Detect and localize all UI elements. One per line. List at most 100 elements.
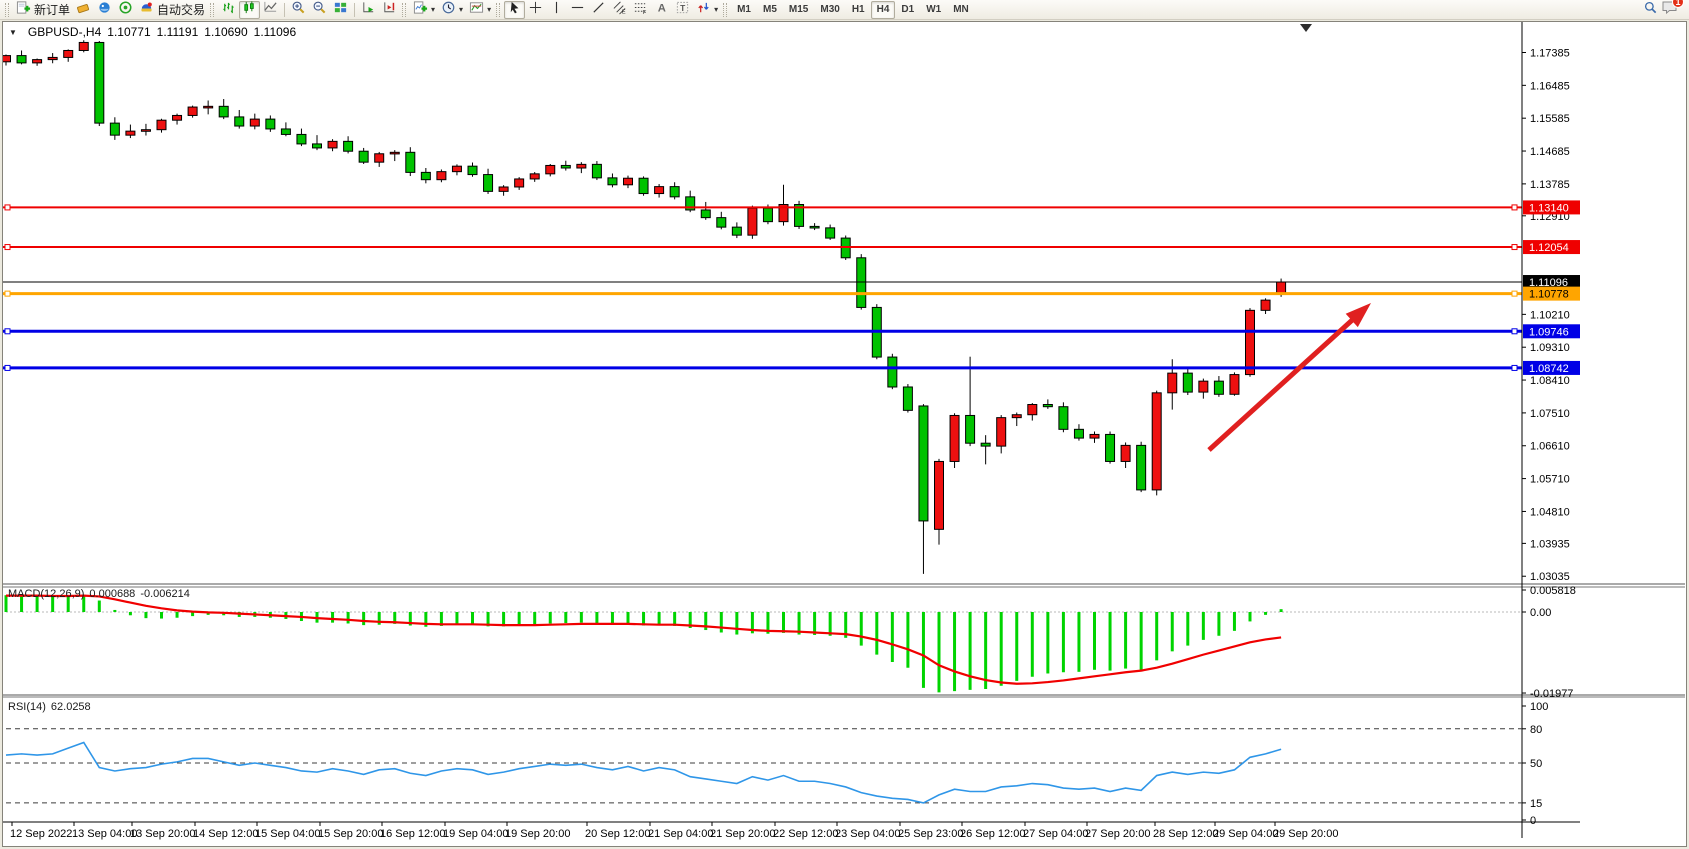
auto-scroll-button[interactable]	[358, 1, 379, 19]
search-button[interactable]	[1640, 1, 1661, 19]
candle-down	[266, 119, 275, 129]
price-tag-label: 1.12054	[1529, 242, 1569, 254]
crosshair-tool-button[interactable]	[525, 1, 546, 19]
candlestick-chart-button[interactable]	[239, 1, 260, 19]
text-box-tool-button[interactable]: T	[672, 1, 693, 19]
rsi-indicator-label: RSI(14)62.0258	[8, 701, 96, 713]
timeframe-button-h4[interactable]: H4	[871, 1, 896, 19]
candle-down	[592, 164, 601, 178]
eraser-icon	[76, 0, 91, 20]
candle-down	[732, 227, 741, 235]
trendline-tool-button[interactable]	[588, 1, 609, 19]
news-sound-button[interactable]	[115, 1, 136, 19]
timeframe-button-mn[interactable]: MN	[947, 1, 975, 19]
auto-trading-button[interactable]: 自动交易	[136, 1, 208, 19]
chart-shift-marker-icon[interactable]	[1300, 24, 1312, 32]
chart-shift-icon	[382, 0, 397, 20]
eraser-button[interactable]	[73, 1, 94, 19]
timeframe-button-h1[interactable]: H1	[846, 1, 871, 19]
new-order-button[interactable]: 新订单	[13, 1, 73, 19]
notifications-button[interactable]: 1	[1661, 0, 1678, 20]
candle-up	[655, 187, 664, 194]
text-t-icon: T	[675, 0, 690, 20]
timeframe-button-w1[interactable]: W1	[920, 1, 947, 19]
line-anchor-handle[interactable]	[1512, 245, 1517, 250]
time-tick-label: 15 Sep 04:00	[255, 828, 320, 840]
candle-up	[126, 131, 135, 135]
tile-windows-icon	[333, 0, 348, 20]
text-label-tool-button[interactable]: A	[651, 1, 672, 19]
rsi-line	[6, 742, 1281, 802]
ohlc-open: 1.10771	[107, 25, 150, 39]
macd-value: 0.000688	[89, 588, 135, 600]
cursor-icon	[507, 0, 522, 20]
candle-up	[624, 178, 633, 185]
timeframe-button-d1[interactable]: D1	[895, 1, 920, 19]
dropdown-caret-icon: ▾	[459, 6, 463, 14]
time-tick-label: 16 Sep 12:00	[380, 828, 445, 840]
tile-windows-button[interactable]	[330, 1, 351, 19]
chart-template-button[interactable]: ▾	[466, 1, 494, 19]
candle-down	[359, 151, 368, 162]
vertical-line-tool-button[interactable]	[546, 1, 567, 19]
candle-down	[1043, 405, 1052, 407]
zoom-out-button[interactable]	[309, 1, 330, 19]
horizontal-line-tool-button[interactable]	[567, 1, 588, 19]
community-button[interactable]	[94, 1, 115, 19]
candle-up	[250, 119, 259, 126]
zoom-in-button[interactable]	[288, 1, 309, 19]
period-clock-button[interactable]: ▾	[438, 1, 466, 19]
svg-text:T: T	[680, 2, 686, 12]
time-tick-label: 19 Sep 20:00	[505, 828, 570, 840]
candle-up	[33, 60, 42, 63]
chart-shift-button[interactable]	[379, 1, 400, 19]
line-anchor-handle[interactable]	[5, 205, 10, 210]
timeframe-button-m15[interactable]: M15	[783, 1, 814, 19]
svg-text:A: A	[658, 2, 666, 14]
cursor-tool-button[interactable]	[504, 1, 525, 19]
arrows-tool-button[interactable]: ▾	[693, 1, 721, 19]
candle-up	[452, 166, 461, 171]
auto-trading-icon	[139, 0, 154, 20]
candle-up	[546, 165, 555, 173]
line-anchor-handle[interactable]	[5, 245, 10, 250]
time-tick-label: 15 Sep 20:00	[318, 828, 383, 840]
bar-chart-button[interactable]	[218, 1, 239, 19]
line-anchor-handle[interactable]	[1512, 291, 1517, 296]
candle-down	[639, 178, 648, 193]
rsi-tick-label: 50	[1530, 758, 1542, 770]
line-anchor-handle[interactable]	[1512, 329, 1517, 334]
trendline-icon	[591, 0, 606, 20]
candle-down	[857, 258, 866, 308]
timeframe-button-m30[interactable]: M30	[814, 1, 845, 19]
candle-down	[810, 226, 819, 228]
zoom-in-icon	[291, 0, 306, 20]
candle-down	[421, 172, 430, 179]
candle-up	[499, 187, 508, 191]
line-anchor-handle[interactable]	[5, 329, 10, 334]
line-anchor-handle[interactable]	[1512, 365, 1517, 370]
time-tick-label: 13 Sep 04:00	[72, 828, 137, 840]
timeframe-button-m1[interactable]: M1	[731, 1, 757, 19]
candle-up	[157, 120, 166, 129]
time-tick-label: 22 Sep 12:00	[773, 828, 838, 840]
price-tick-label: 1.14685	[1530, 146, 1570, 158]
candle-down	[981, 443, 990, 446]
time-tick-label: 12 Sep 2022	[10, 828, 72, 840]
candle-down	[110, 123, 119, 135]
fibonacci-tool-button[interactable]: F	[630, 1, 651, 19]
price-tag-label: 1.08742	[1529, 363, 1569, 375]
timeframe-button-m5[interactable]: M5	[757, 1, 783, 19]
equidistant-channel-tool-button[interactable]: E	[609, 1, 630, 19]
line-anchor-handle[interactable]	[5, 365, 10, 370]
chart-header: GBPUSD-,H41.107711.111911.106901.11096	[9, 25, 302, 39]
candle-down	[219, 106, 228, 117]
line-chart-button[interactable]	[260, 1, 281, 19]
line-anchor-handle[interactable]	[5, 291, 10, 296]
new-chart-button[interactable]: ▾	[410, 1, 438, 19]
search-icon	[1643, 0, 1658, 20]
macd-signal-line	[6, 596, 1281, 684]
candle-up	[204, 106, 213, 108]
line-anchor-handle[interactable]	[1512, 205, 1517, 210]
ohlc-high: 1.11191	[157, 25, 199, 39]
